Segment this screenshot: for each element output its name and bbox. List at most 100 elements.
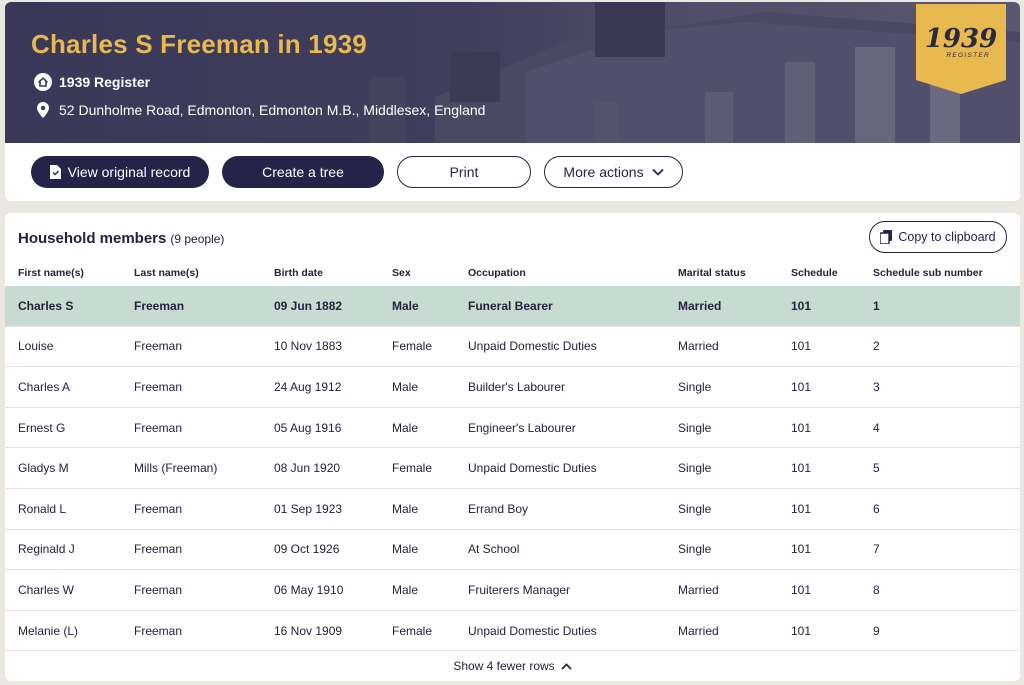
cell-marital-status: Single [678,542,712,557]
cell-schedule: 101 [791,379,812,394]
column-header-marital-status: Marital status [678,267,746,279]
cell-marital-status: Married [678,582,719,597]
view-original-record-button[interactable]: View original record [31,156,209,188]
cell-marital-status: Single [678,501,712,516]
cell-first-name: Louise [18,339,54,354]
cell-occupation: Errand Boy [468,501,529,516]
show-fewer-rows-toggle[interactable]: Show 4 fewer rows [5,659,1020,673]
cell-occupation: Fruiterers Manager [468,582,571,597]
more-actions-button[interactable]: More actions [544,156,683,188]
action-bar: View original record Create a tree Print… [5,143,1020,201]
cell-occupation: Engineer's Labourer [468,420,576,435]
cell-first-name: Charles W [18,582,75,597]
cell-marital-status: Single [678,379,712,394]
copy-to-clipboard-label: Copy to clipboard [898,230,996,244]
print-button[interactable]: Print [397,156,531,188]
cell-schedule: 101 [791,339,812,354]
table-row[interactable]: Reginald J Freeman 09 Oct 1926 Male At Schoo… [5,530,1020,571]
column-header-schedule-sub-number: Schedule sub number [873,267,983,279]
cell-birth-date: 01 Sep 1923 [274,501,343,516]
toggle-label: Show 4 fewer rows [453,659,555,673]
table-row[interactable]: Melanie (L) Freeman 16 Nov 1909 Female Unpai… [5,611,1020,652]
cell-last-name: Freeman [134,542,183,557]
document-icon [49,165,61,179]
location-pin-icon [33,100,53,120]
cell-last-name: Freeman [134,582,183,597]
houses-background-image [370,2,1020,143]
cell-last-name: Freeman [134,501,183,516]
cell-birth-date: 24 Aug 1912 [274,379,342,394]
table-row[interactable]: Ronald L Freeman 01 Sep 1923 Male Errand Boy… [5,489,1020,530]
table-row[interactable]: Charles S Freeman 09 Jun 1882 Male Funeral B… [5,286,1020,327]
cell-schedule-sub-number: 3 [873,379,880,394]
cell-schedule-sub-number: 9 [873,623,880,638]
cell-sex: Female [392,461,433,476]
cell-birth-date: 06 May 1910 [274,582,344,597]
cell-marital-status: Single [678,420,712,435]
table-row[interactable]: Louise Freeman 10 Nov 1883 Female Unpaid Dom… [5,327,1020,368]
cell-first-name: Ronald L [18,501,67,516]
table-row[interactable]: Ernest G Freeman 05 Aug 1916 Male Engineer's… [5,408,1020,449]
cell-occupation: Unpaid Domestic Duties [468,623,597,638]
badge-subtitle: REGISTER [946,52,990,59]
cell-last-name: Freeman [134,298,185,313]
record-type-label: 1939 Register [59,74,151,90]
cell-first-name: Charles S [18,298,74,313]
table-row[interactable]: Gladys M Mills (Freeman) 08 Jun 1920 Female… [5,448,1020,489]
cell-schedule: 101 [791,582,812,597]
create-tree-label: Create a tree [262,164,344,180]
cell-schedule-sub-number: 5 [873,461,880,476]
cell-birth-date: 05 Aug 1916 [274,420,342,435]
record-type: 1939 Register [33,72,150,92]
create-tree-button[interactable]: Create a tree [222,156,384,188]
cell-birth-date: 09 Jun 1882 [274,298,343,313]
more-actions-label: More actions [563,164,644,180]
cell-schedule: 101 [791,623,812,638]
table-row[interactable]: Charles A Freeman 24 Aug 1912 Male Builder's… [5,367,1020,408]
chevron-down-icon [651,168,664,176]
record-address: 52 Dunholme Road, Edmonton, Edmonton M.B… [33,100,485,120]
cell-first-name: Charles A [18,379,71,394]
cell-schedule-sub-number: 7 [873,542,880,557]
column-header-first-name: First name(s) [18,267,84,279]
cell-schedule-sub-number: 1 [873,298,880,313]
cell-schedule-sub-number: 6 [873,501,880,516]
cell-sex: Male [392,420,419,435]
household-title: Household members [18,230,167,247]
cell-occupation: Unpaid Domestic Duties [468,339,597,354]
address-label: 52 Dunholme Road, Edmonton, Edmonton M.B… [59,102,486,118]
cell-birth-date: 09 Oct 1926 [274,542,340,557]
cell-sex: Male [392,542,419,557]
cell-last-name: Mills (Freeman) [134,461,218,476]
table-header-row: First name(s) Last name(s) Birth date Sex Oc… [5,263,1020,286]
cell-birth-date: 08 Jun 1920 [274,461,341,476]
cell-occupation: Unpaid Domestic Duties [468,461,597,476]
cell-schedule: 101 [791,501,812,516]
cell-schedule: 101 [791,420,812,435]
cell-sex: Male [392,582,419,597]
cell-first-name: Gladys M [18,461,69,476]
household-table: First name(s) Last name(s) Birth date Sex Oc… [5,263,1020,652]
table-row[interactable]: Charles W Freeman 06 May 1910 Male Fruiterer… [5,570,1020,611]
cell-sex: Female [392,339,433,354]
cell-birth-date: 16 Nov 1909 [274,623,343,638]
copy-icon [880,230,893,244]
cell-last-name: Freeman [134,339,183,354]
copy-to-clipboard-button[interactable]: Copy to clipboard [869,221,1007,253]
view-original-record-label: View original record [67,164,191,180]
print-label: Print [449,164,479,180]
cell-marital-status: Single [678,461,712,476]
cell-marital-status: Married [678,298,722,313]
cell-schedule-sub-number: 8 [873,582,880,597]
cell-last-name: Freeman [134,379,183,394]
record-title: Charles S Freeman in 1939 [31,29,367,59]
cell-marital-status: Married [678,623,719,638]
chevron-up-icon [561,662,572,670]
cell-marital-status: Married [678,339,719,354]
household-members-panel: Household members (9 people) Copy to cli… [5,213,1020,681]
cell-sex: Female [392,623,433,638]
column-header-birth-date: Birth date [274,267,324,279]
cell-schedule: 101 [791,542,812,557]
column-header-occupation: Occupation [468,267,526,279]
cell-occupation: At School [468,542,520,557]
